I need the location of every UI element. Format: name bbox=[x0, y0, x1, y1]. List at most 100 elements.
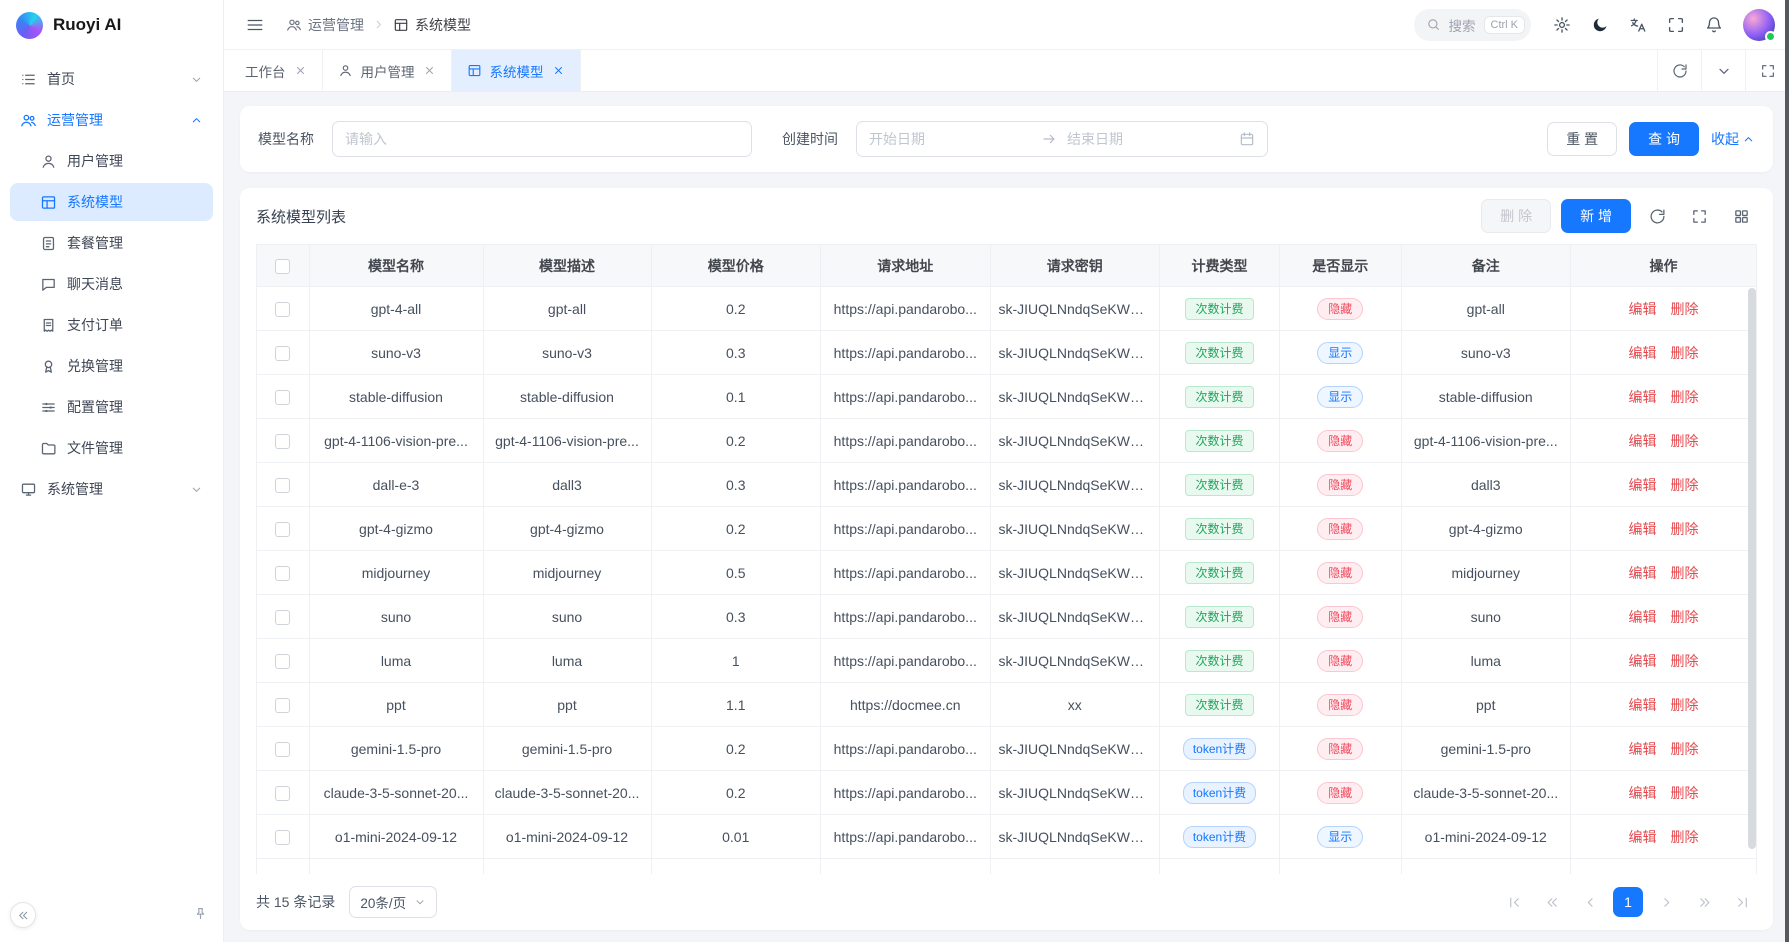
redeem-icon bbox=[40, 358, 57, 375]
delete-link[interactable]: 删除 bbox=[1671, 785, 1699, 801]
row-checkbox[interactable] bbox=[275, 390, 290, 405]
settings-button[interactable] bbox=[1545, 8, 1579, 42]
edit-link[interactable]: 编辑 bbox=[1629, 301, 1657, 317]
row-checkbox[interactable] bbox=[275, 654, 290, 669]
edit-link[interactable]: 编辑 bbox=[1629, 829, 1657, 845]
refresh-table-button[interactable] bbox=[1641, 200, 1673, 232]
row-checkbox[interactable] bbox=[275, 830, 290, 845]
row-checkbox[interactable] bbox=[275, 434, 290, 449]
row-checkbox[interactable] bbox=[275, 346, 290, 361]
model-name-input[interactable] bbox=[345, 131, 739, 147]
edit-link[interactable]: 编辑 bbox=[1629, 785, 1657, 801]
edit-link[interactable]: 编辑 bbox=[1629, 565, 1657, 581]
edit-link[interactable]: 编辑 bbox=[1629, 477, 1657, 493]
sidebar-item-redeem-manage[interactable]: 兑换管理 bbox=[10, 347, 213, 385]
close-icon[interactable] bbox=[552, 64, 565, 77]
edit-link[interactable]: 编辑 bbox=[1629, 697, 1657, 713]
delete-link[interactable]: 删除 bbox=[1671, 345, 1699, 361]
refresh-page-button[interactable] bbox=[1657, 50, 1701, 91]
delete-link[interactable]: 删除 bbox=[1671, 521, 1699, 537]
row-checkbox[interactable] bbox=[275, 610, 290, 625]
page-size-select[interactable]: 20条/页 bbox=[349, 886, 437, 918]
jump-forward-button[interactable] bbox=[1689, 887, 1719, 917]
row-checkbox[interactable] bbox=[275, 522, 290, 537]
batch-delete-button[interactable]: 删 除 bbox=[1481, 199, 1551, 233]
row-checkbox[interactable] bbox=[275, 302, 290, 317]
cell-model-name: stable-diffusion bbox=[309, 375, 483, 419]
delete-link[interactable]: 删除 bbox=[1671, 653, 1699, 669]
table-fullscreen-button[interactable] bbox=[1683, 200, 1715, 232]
select-all-checkbox[interactable] bbox=[275, 259, 290, 274]
table-row: suno-v3suno-v30.3https://api.pandarobo..… bbox=[257, 331, 1757, 375]
cell-model-name: claude-3-5-sonnet-20... bbox=[309, 771, 483, 815]
row-checkbox[interactable] bbox=[275, 478, 290, 493]
edit-link[interactable]: 编辑 bbox=[1629, 345, 1657, 361]
cell-model-desc: ppt bbox=[483, 683, 651, 727]
delete-link[interactable]: 删除 bbox=[1671, 609, 1699, 625]
delete-link[interactable]: 删除 bbox=[1671, 389, 1699, 405]
create-time-range-picker[interactable]: 开始日期 结束日期 bbox=[856, 121, 1268, 157]
prev-page-button[interactable] bbox=[1575, 887, 1605, 917]
notifications-button[interactable] bbox=[1697, 8, 1731, 42]
edit-link[interactable]: 编辑 bbox=[1629, 389, 1657, 405]
sidebar-item-chat-message[interactable]: 聊天消息 bbox=[10, 265, 213, 303]
tab-workbench[interactable]: 工作台 bbox=[230, 50, 323, 91]
delete-link[interactable]: 删除 bbox=[1671, 433, 1699, 449]
cell-billing-type: 次数计费 bbox=[1160, 375, 1280, 419]
delete-link[interactable]: 删除 bbox=[1671, 697, 1699, 713]
edit-link[interactable]: 编辑 bbox=[1629, 609, 1657, 625]
delete-link[interactable]: 删除 bbox=[1671, 301, 1699, 317]
operations-icon bbox=[286, 17, 302, 33]
breadcrumb-system-model[interactable]: 系统模型 bbox=[393, 15, 471, 35]
tab-user-manage[interactable]: 用户管理 bbox=[323, 50, 452, 91]
sidebar-item-operations[interactable]: 运营管理 bbox=[10, 101, 213, 139]
dark-mode-button[interactable] bbox=[1583, 8, 1617, 42]
next-page-button[interactable] bbox=[1651, 887, 1681, 917]
sidebar-item-system-model[interactable]: 系统模型 bbox=[10, 183, 213, 221]
last-page-button[interactable] bbox=[1727, 887, 1757, 917]
table-scrollbar-thumb[interactable] bbox=[1748, 288, 1756, 849]
edit-link[interactable]: 编辑 bbox=[1629, 653, 1657, 669]
collapse-sidebar-button[interactable] bbox=[10, 902, 36, 928]
sidebar-pin-button[interactable] bbox=[187, 900, 213, 926]
fullscreen-button[interactable] bbox=[1659, 8, 1693, 42]
sidebar-toggle-button[interactable] bbox=[238, 8, 272, 42]
page-number-button[interactable]: 1 bbox=[1613, 887, 1643, 917]
edit-link[interactable]: 编辑 bbox=[1629, 741, 1657, 757]
sidebar-item-home[interactable]: 首页 bbox=[10, 60, 213, 98]
query-button[interactable]: 查 询 bbox=[1629, 122, 1699, 156]
jump-back-button[interactable] bbox=[1537, 887, 1567, 917]
cell-visibility: 隐藏 bbox=[1280, 507, 1402, 551]
sidebar-item-package-manage[interactable]: 套餐管理 bbox=[10, 224, 213, 262]
collapse-filter-link[interactable]: 收起 bbox=[1711, 129, 1755, 149]
sidebar-item-user-manage[interactable]: 用户管理 bbox=[10, 142, 213, 180]
sidebar-item-system-manage[interactable]: 系统管理 bbox=[10, 470, 213, 508]
close-icon[interactable] bbox=[423, 64, 436, 77]
sidebar-item-file-manage[interactable]: 文件管理 bbox=[10, 429, 213, 467]
delete-link[interactable]: 删除 bbox=[1671, 565, 1699, 581]
row-checkbox[interactable] bbox=[275, 742, 290, 757]
content-fullscreen-button[interactable] bbox=[1745, 50, 1789, 91]
reset-button[interactable]: 重 置 bbox=[1547, 122, 1617, 156]
global-search[interactable]: 搜索 Ctrl K bbox=[1414, 9, 1532, 41]
row-checkbox[interactable] bbox=[275, 698, 290, 713]
row-checkbox[interactable] bbox=[275, 566, 290, 581]
edit-link[interactable]: 编辑 bbox=[1629, 433, 1657, 449]
language-button[interactable] bbox=[1621, 8, 1655, 42]
add-button[interactable]: 新 增 bbox=[1561, 199, 1631, 233]
user-avatar[interactable] bbox=[1743, 9, 1775, 41]
breadcrumb-operations[interactable]: 运营管理 bbox=[286, 15, 364, 35]
sidebar-item-config-manage[interactable]: 配置管理 bbox=[10, 388, 213, 426]
first-page-button[interactable] bbox=[1499, 887, 1529, 917]
delete-link[interactable]: 删除 bbox=[1671, 829, 1699, 845]
column-settings-button[interactable] bbox=[1725, 200, 1757, 232]
page-scrollbar[interactable] bbox=[1785, 0, 1789, 942]
close-icon[interactable] bbox=[294, 64, 307, 77]
delete-link[interactable]: 删除 bbox=[1671, 477, 1699, 493]
delete-link[interactable]: 删除 bbox=[1671, 741, 1699, 757]
tab-menu-button[interactable] bbox=[1701, 50, 1745, 91]
edit-link[interactable]: 编辑 bbox=[1629, 521, 1657, 537]
sidebar-item-payment-order[interactable]: 支付订单 bbox=[10, 306, 213, 344]
tab-system-model[interactable]: 系统模型 bbox=[452, 50, 581, 91]
row-checkbox[interactable] bbox=[275, 786, 290, 801]
